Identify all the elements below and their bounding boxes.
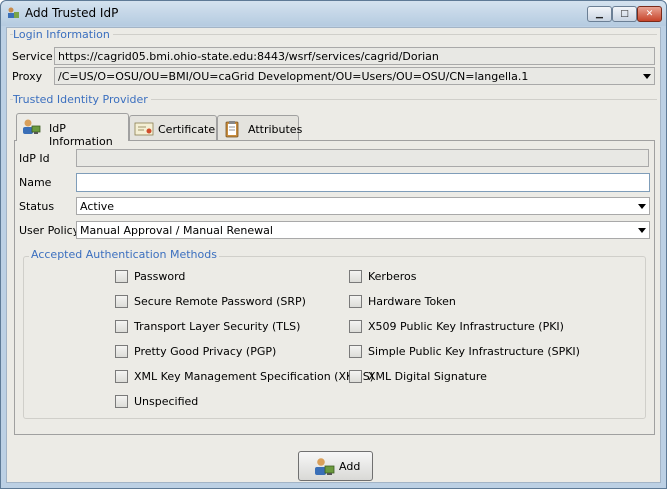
close-icon: ✕ <box>645 9 654 19</box>
idp-information-panel: IdP Id Name Status Active User Policy Ma… <box>14 140 655 435</box>
checkbox-label: Hardware Token <box>368 295 456 308</box>
chevron-down-icon <box>643 74 651 79</box>
checkbox[interactable] <box>349 370 362 383</box>
user-policy-label: User Policy <box>19 224 80 237</box>
window-title: Add Trusted IdP <box>25 6 119 20</box>
checkbox-label: Secure Remote Password (SRP) <box>134 295 306 308</box>
checkbox-label: XML Digital Signature <box>368 370 487 383</box>
checkbox[interactable] <box>349 295 362 308</box>
dialog-body: Login Information Service https://cagrid… <box>6 27 661 483</box>
service-label: Service <box>12 50 53 63</box>
name-label: Name <box>19 176 52 189</box>
checkbox-label: Unspecified <box>134 395 199 408</box>
user-computer-icon <box>23 119 41 134</box>
service-field[interactable]: https://cagrid05.bmi.ohio-state.edu:8443… <box>54 47 655 65</box>
user-policy-select[interactable]: Manual Approval / Manual Renewal <box>76 221 650 239</box>
minimize-icon: ▁ <box>596 9 603 19</box>
checkbox-label: Kerberos <box>368 270 417 283</box>
add-trusted-idp-window: Add Trusted IdP ▁ □ ✕ Login Information … <box>0 0 667 489</box>
checkbox[interactable] <box>115 345 128 358</box>
checkbox[interactable] <box>349 345 362 358</box>
checkbox-label: Pretty Good Privacy (PGP) <box>134 345 277 358</box>
name-input[interactable] <box>76 173 650 192</box>
idp-section-title: Trusted Identity Provider <box>13 93 151 106</box>
proxy-value: /C=US/O=OSU/OU=BMI/OU=caGrid Development… <box>58 70 529 83</box>
user-policy-value: Manual Approval / Manual Renewal <box>80 224 273 237</box>
maximize-button[interactable]: □ <box>612 6 637 22</box>
chevron-down-icon <box>638 228 646 233</box>
maximize-icon: □ <box>620 9 629 19</box>
tab-attributes-label: Attributes <box>248 123 303 136</box>
idp-id-field[interactable] <box>76 149 649 167</box>
idp-id-label: IdP Id <box>19 152 50 165</box>
checkbox[interactable] <box>115 295 128 308</box>
close-button[interactable]: ✕ <box>637 6 662 22</box>
clipboard-icon <box>225 121 239 138</box>
tab-certificate[interactable]: Certificate <box>129 115 217 141</box>
checkbox-label: Transport Layer Security (TLS) <box>134 320 301 333</box>
tab-idp-information[interactable]: IdP Information <box>16 113 129 148</box>
app-icon <box>8 7 19 18</box>
login-section-title: Login Information <box>13 28 113 41</box>
checkbox-label: Simple Public Key Infrastructure (SPKI) <box>368 345 580 358</box>
tab-certificate-label: Certificate <box>158 123 216 136</box>
add-user-icon <box>315 458 335 475</box>
checkbox[interactable] <box>115 320 128 333</box>
checkbox[interactable] <box>349 270 362 283</box>
status-select[interactable]: Active <box>76 197 650 215</box>
title-bar[interactable]: Add Trusted IdP ▁ □ ✕ <box>1 1 666 26</box>
minimize-button[interactable]: ▁ <box>587 6 612 22</box>
status-value: Active <box>80 200 115 213</box>
tab-attributes[interactable]: Attributes <box>217 115 303 141</box>
certificate-icon <box>134 122 154 136</box>
auth-methods-title: Accepted Authentication Methods <box>29 248 219 261</box>
checkbox[interactable] <box>349 320 362 333</box>
tab-idp-information-label: IdP Information <box>49 122 113 148</box>
checkbox-label: Password <box>134 270 186 283</box>
checkbox[interactable] <box>115 395 128 408</box>
proxy-label: Proxy <box>12 70 43 83</box>
status-label: Status <box>19 200 55 213</box>
checkbox[interactable] <box>115 370 128 383</box>
checkbox[interactable] <box>115 270 128 283</box>
proxy-select[interactable]: /C=US/O=OSU/OU=BMI/OU=caGrid Development… <box>54 67 655 85</box>
add-button-label: Add <box>339 460 361 473</box>
add-button[interactable]: Add <box>298 451 373 481</box>
chevron-down-icon <box>638 204 646 209</box>
checkbox-label: XML Key Management Specification (XKMS) <box>134 370 374 383</box>
checkbox-label: X509 Public Key Infrastructure (PKI) <box>368 320 564 333</box>
